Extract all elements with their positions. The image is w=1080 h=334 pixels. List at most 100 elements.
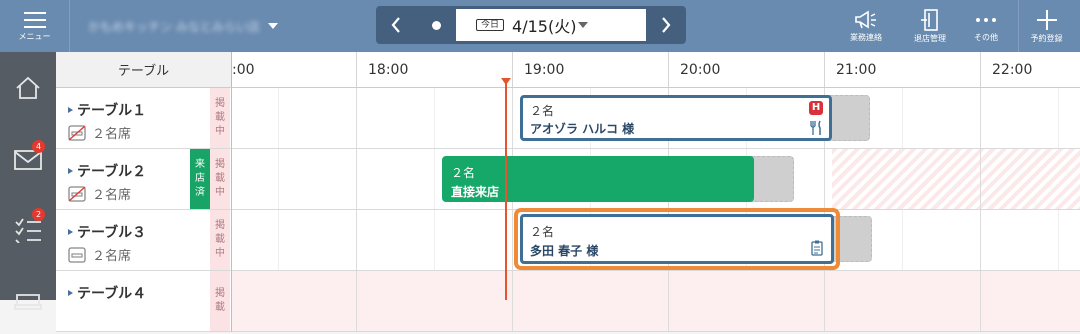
store-selector[interactable]: かもめキッチン みなとみらい店 bbox=[88, 14, 338, 38]
expand-icon bbox=[68, 229, 73, 235]
menu-label: メニュー bbox=[18, 31, 51, 41]
chevron-right-icon bbox=[662, 17, 671, 33]
timeline-row-4[interactable] bbox=[232, 271, 1080, 332]
hamburger-icon bbox=[23, 11, 46, 28]
messages-badge: 4 bbox=[32, 140, 45, 153]
hour-label: 21:00 bbox=[836, 62, 877, 78]
hour-tick bbox=[824, 52, 825, 87]
listing-status: 掲載中 bbox=[210, 149, 230, 209]
walk-in-card[interactable]: ２名 直接来店 bbox=[442, 156, 754, 202]
megaphone-icon bbox=[855, 10, 876, 28]
plus-icon bbox=[1036, 9, 1057, 30]
party-size: ２名 bbox=[530, 104, 555, 118]
hour-tick bbox=[668, 52, 669, 87]
hour-label: 18:00 bbox=[368, 62, 409, 78]
buffer-time-block bbox=[748, 156, 794, 202]
guest-name: 多田 春子 様 bbox=[530, 244, 599, 258]
listing-status: 掲載中 bbox=[210, 88, 230, 148]
top-bar: メニュー かもめキッチン みなとみらい店 今日 4/15(火) 業務連絡 退店管… bbox=[0, 0, 1080, 52]
clipboard-icon bbox=[811, 240, 823, 256]
unavailable-area bbox=[832, 149, 1080, 209]
add-reservation-label: 予約登録 bbox=[1030, 33, 1063, 43]
table-name: テーブル２ bbox=[77, 164, 147, 180]
table-column-header: テーブル bbox=[56, 52, 232, 88]
cutlery-icon bbox=[810, 120, 821, 135]
menu-button[interactable]: メニュー bbox=[0, 0, 70, 52]
hour-label: 22:00 bbox=[992, 62, 1033, 78]
seat-count: ２名席 bbox=[92, 127, 132, 142]
no-smoking-icon bbox=[68, 185, 86, 202]
table-name-toggle[interactable]: テーブル３ bbox=[68, 222, 146, 242]
expand-icon bbox=[68, 107, 73, 113]
hour-label: 20:00 bbox=[680, 62, 721, 78]
home-icon bbox=[16, 76, 40, 99]
more-dots-icon bbox=[976, 17, 996, 22]
no-smoking-icon bbox=[68, 124, 86, 141]
hour-tick bbox=[356, 52, 357, 87]
listing-status: 掲載 bbox=[210, 271, 230, 331]
table-name-toggle[interactable]: テーブル４ bbox=[68, 283, 146, 303]
door-exit-icon bbox=[921, 8, 938, 31]
store-icon bbox=[14, 294, 42, 310]
mail-icon bbox=[14, 150, 42, 170]
current-time-line bbox=[505, 80, 507, 300]
more-button[interactable]: その他 bbox=[960, 0, 1012, 52]
chevron-left-icon bbox=[391, 17, 400, 33]
more-label: その他 bbox=[974, 32, 998, 42]
table-row-1-label: テーブル１ ２名席 掲載中 bbox=[56, 88, 232, 149]
date-dropdown-icon bbox=[578, 22, 588, 28]
business-notice-button[interactable]: 業務連絡 bbox=[840, 0, 892, 52]
expand-icon bbox=[68, 168, 73, 174]
visited-status: 来店済 bbox=[190, 149, 210, 209]
table-seats: ２名席 bbox=[68, 245, 131, 264]
table-seats: ２名席 bbox=[68, 184, 131, 203]
sidebar-item-store[interactable] bbox=[0, 274, 56, 334]
previous-day-button[interactable] bbox=[376, 6, 416, 44]
table-name-toggle[interactable]: テーブル１ bbox=[68, 100, 146, 120]
add-reservation-button[interactable]: 予約登録 bbox=[1018, 0, 1074, 52]
time-header: :00 18:00 19:00 20:00 21:00 22:00 bbox=[232, 52, 1080, 88]
checkout-management-label: 退店管理 bbox=[914, 33, 946, 43]
party-size: ２名 bbox=[530, 225, 555, 239]
reservation-card[interactable]: ２名 多田 春子 様 bbox=[520, 214, 834, 264]
smoking-icon bbox=[68, 246, 86, 263]
table-name: テーブル１ bbox=[77, 103, 147, 119]
seat-count: ２名席 bbox=[92, 249, 132, 264]
date-picker[interactable]: 今日 4/15(火) bbox=[456, 9, 646, 41]
table-name-toggle[interactable]: テーブル２ bbox=[68, 161, 146, 181]
guest-name: アオゾラ ハルコ 様 bbox=[530, 122, 635, 136]
buffer-time-block bbox=[826, 95, 870, 141]
table-row-2-label: テーブル２ ２名席 来店済 掲載中 bbox=[56, 149, 232, 210]
seat-count: ２名席 bbox=[92, 188, 132, 203]
hour-label: :00 bbox=[232, 62, 255, 78]
today-dot-button[interactable] bbox=[416, 6, 456, 44]
table-name: テーブル４ bbox=[77, 286, 147, 302]
expand-icon bbox=[68, 290, 73, 296]
today-badge: 今日 bbox=[476, 19, 505, 31]
current-date: 4/15(火) bbox=[512, 17, 577, 36]
hour-tick bbox=[512, 52, 513, 87]
sidebar-item-messages[interactable]: 4 bbox=[0, 130, 56, 190]
next-day-button[interactable] bbox=[646, 6, 686, 44]
tasks-badge: 2 bbox=[32, 208, 45, 221]
hour-tick bbox=[980, 52, 981, 87]
sidebar-item-home[interactable] bbox=[0, 58, 56, 118]
guest-name: 直接来店 bbox=[451, 185, 500, 199]
table-name: テーブル３ bbox=[77, 225, 147, 241]
store-name: かもめキッチン みなとみらい店 bbox=[88, 19, 260, 34]
hotpepper-icon: H bbox=[809, 101, 823, 115]
hour-label: 19:00 bbox=[524, 62, 565, 78]
table-seats: ２名席 bbox=[68, 123, 131, 142]
checkout-management-button[interactable]: 退店管理 bbox=[904, 0, 956, 52]
table-row-4-label: テーブル４ 掲載 bbox=[56, 271, 232, 332]
date-navigator: 今日 4/15(火) bbox=[376, 6, 686, 44]
table-row-3-label: テーブル３ ２名席 掲載中 bbox=[56, 210, 232, 271]
reservation-card[interactable]: ２名 アオゾラ ハルコ 様 H bbox=[520, 95, 832, 141]
sidebar: 4 2 bbox=[0, 52, 56, 310]
sidebar-item-tasks[interactable]: 2 bbox=[0, 200, 56, 260]
listing-status: 掲載中 bbox=[210, 210, 230, 270]
dot-icon bbox=[431, 20, 441, 30]
party-size: ２名 bbox=[451, 166, 476, 180]
business-notice-label: 業務連絡 bbox=[850, 32, 882, 42]
chevron-down-icon bbox=[267, 23, 278, 29]
